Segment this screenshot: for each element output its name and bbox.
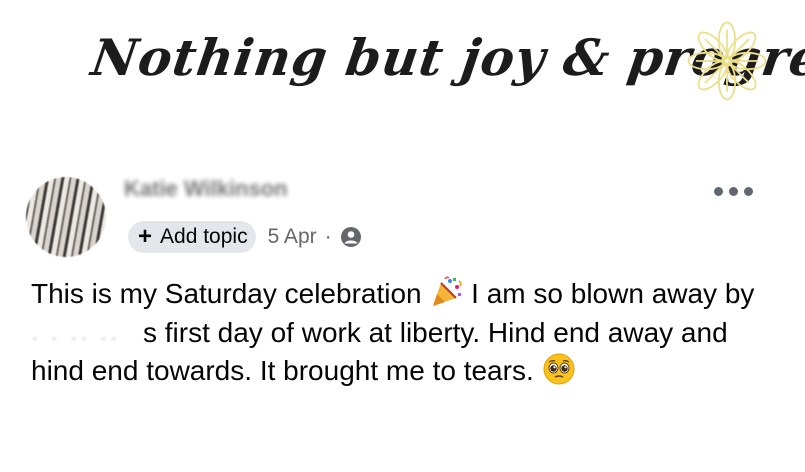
author-name[interactable]: Katie Wilkinson [124, 176, 484, 202]
party-popper-emoji-icon [433, 276, 462, 306]
post-meta: + Add topic 5 Apr · [128, 220, 362, 254]
banner: Nothing but joy & progress [0, 0, 805, 150]
avatar[interactable] [26, 177, 106, 257]
post-date[interactable]: 5 Apr [268, 225, 317, 249]
message-text: I am so blown away by [463, 278, 755, 309]
more-options-button[interactable] [712, 176, 756, 206]
friends-icon[interactable] [340, 226, 362, 248]
add-topic-button[interactable]: + Add topic [128, 221, 256, 253]
redacted-name: · · ·· ·· [31, 324, 121, 350]
pleading-face-emoji-icon [543, 353, 575, 385]
post-message: This is my Saturday celebration I am so … [31, 275, 771, 391]
add-topic-label: Add topic [160, 225, 248, 248]
meta-separator: · [324, 225, 332, 248]
message-text: This is my Saturday celebration [31, 278, 430, 309]
plus-icon: + [138, 223, 153, 250]
more-dot [744, 187, 753, 196]
more-dot [714, 187, 723, 196]
flower-icon [687, 21, 767, 101]
more-dot [729, 187, 738, 196]
